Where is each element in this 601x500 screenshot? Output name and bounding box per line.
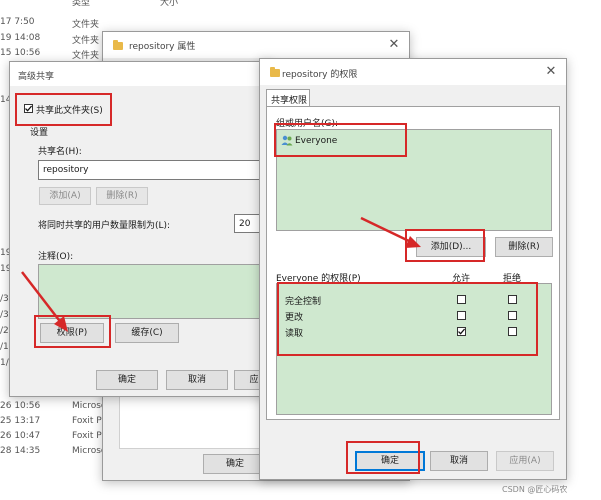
user-limit-value: 20 bbox=[239, 219, 251, 229]
permissions-apply-button[interactable]: 应用(A) bbox=[496, 451, 554, 471]
column-header-size[interactable]: 大小 bbox=[160, 0, 178, 8]
tab-share-permissions[interactable]: 共享权限 bbox=[266, 89, 310, 107]
explorer-fragment: /1 bbox=[0, 342, 9, 352]
explorer-row-type: Microsc bbox=[72, 446, 106, 456]
caching-button[interactable]: 缓存(C) bbox=[115, 323, 179, 343]
annotation-box-share-checkbox bbox=[15, 93, 112, 126]
explorer-row-type: 文件夹 bbox=[72, 51, 100, 61]
annotation-arrow-permissions bbox=[21, 271, 68, 332]
watermark: CSDN @匠心码农 bbox=[502, 485, 568, 494]
explorer-row-date: 15 10:56 bbox=[0, 48, 41, 58]
folder-icon bbox=[270, 67, 280, 77]
explorer-fragment: 1/ bbox=[0, 358, 9, 368]
permissions-titlebar: repository 的权限 ✕ bbox=[260, 59, 566, 85]
explorer-row-date: 26 10:47 bbox=[0, 431, 41, 441]
permissions-window: repository 的权限 ✕ 共享权限 组或用户名(G): Everyone… bbox=[259, 58, 567, 480]
explorer-fragment: /3 bbox=[0, 294, 9, 304]
share-name-value: repository bbox=[43, 165, 89, 175]
advanced-cancel-button[interactable]: 取消 bbox=[166, 370, 228, 390]
advanced-ok-button[interactable]: 确定 bbox=[96, 370, 158, 390]
explorer-row-date: 28 14:35 bbox=[0, 446, 41, 456]
close-icon[interactable]: ✕ bbox=[385, 36, 403, 54]
explorer-row-date: 26 10:56 bbox=[0, 401, 41, 411]
explorer-row-date: 19 14:08 bbox=[0, 33, 41, 43]
explorer-row-type: 文件夹 bbox=[72, 36, 100, 46]
remove-share-button[interactable]: 删除(R) bbox=[96, 187, 148, 205]
add-share-button[interactable]: 添加(A) bbox=[39, 187, 91, 205]
explorer-row-date: 17 7:50 bbox=[0, 17, 35, 27]
annotation-box-ok-button bbox=[346, 441, 420, 474]
settings-label: 设置 bbox=[30, 128, 49, 138]
comment-label: 注释(O): bbox=[38, 252, 74, 262]
properties-titlebar: repository 属性 ✕ bbox=[103, 32, 409, 58]
annotation-arrow-add bbox=[360, 216, 421, 248]
permissions-title: repository 的权限 bbox=[282, 70, 358, 80]
column-header-type[interactable]: 类型 bbox=[72, 0, 90, 8]
explorer-row-type: 文件夹 bbox=[72, 20, 100, 30]
properties-title: repository 属性 bbox=[129, 42, 196, 52]
advanced-sharing-titlebar: 高级共享 bbox=[10, 62, 272, 86]
explorer-row-date: 25 13:17 bbox=[0, 416, 41, 426]
explorer-fragment: /2 bbox=[0, 326, 9, 336]
advanced-sharing-title: 高级共享 bbox=[18, 72, 55, 82]
share-name-field[interactable]: repository bbox=[38, 160, 274, 180]
remove-user-button[interactable]: 删除(R) bbox=[495, 237, 553, 257]
annotation-box-permissions-list bbox=[277, 282, 538, 356]
explorer-row-type: Microsc bbox=[72, 401, 106, 411]
user-limit-label: 将同时共享的用户数量限制为(L): bbox=[38, 221, 171, 231]
permissions-cancel-button[interactable]: 取消 bbox=[430, 451, 488, 471]
close-icon[interactable]: ✕ bbox=[542, 63, 560, 81]
share-name-label: 共享名(H): bbox=[38, 147, 82, 157]
folder-icon bbox=[113, 40, 123, 50]
properties-ok-button[interactable]: 确定 bbox=[203, 454, 267, 474]
annotation-box-everyone bbox=[274, 123, 407, 157]
explorer-fragment: /3 bbox=[0, 310, 9, 320]
tab-label: 共享权限 bbox=[271, 96, 308, 106]
